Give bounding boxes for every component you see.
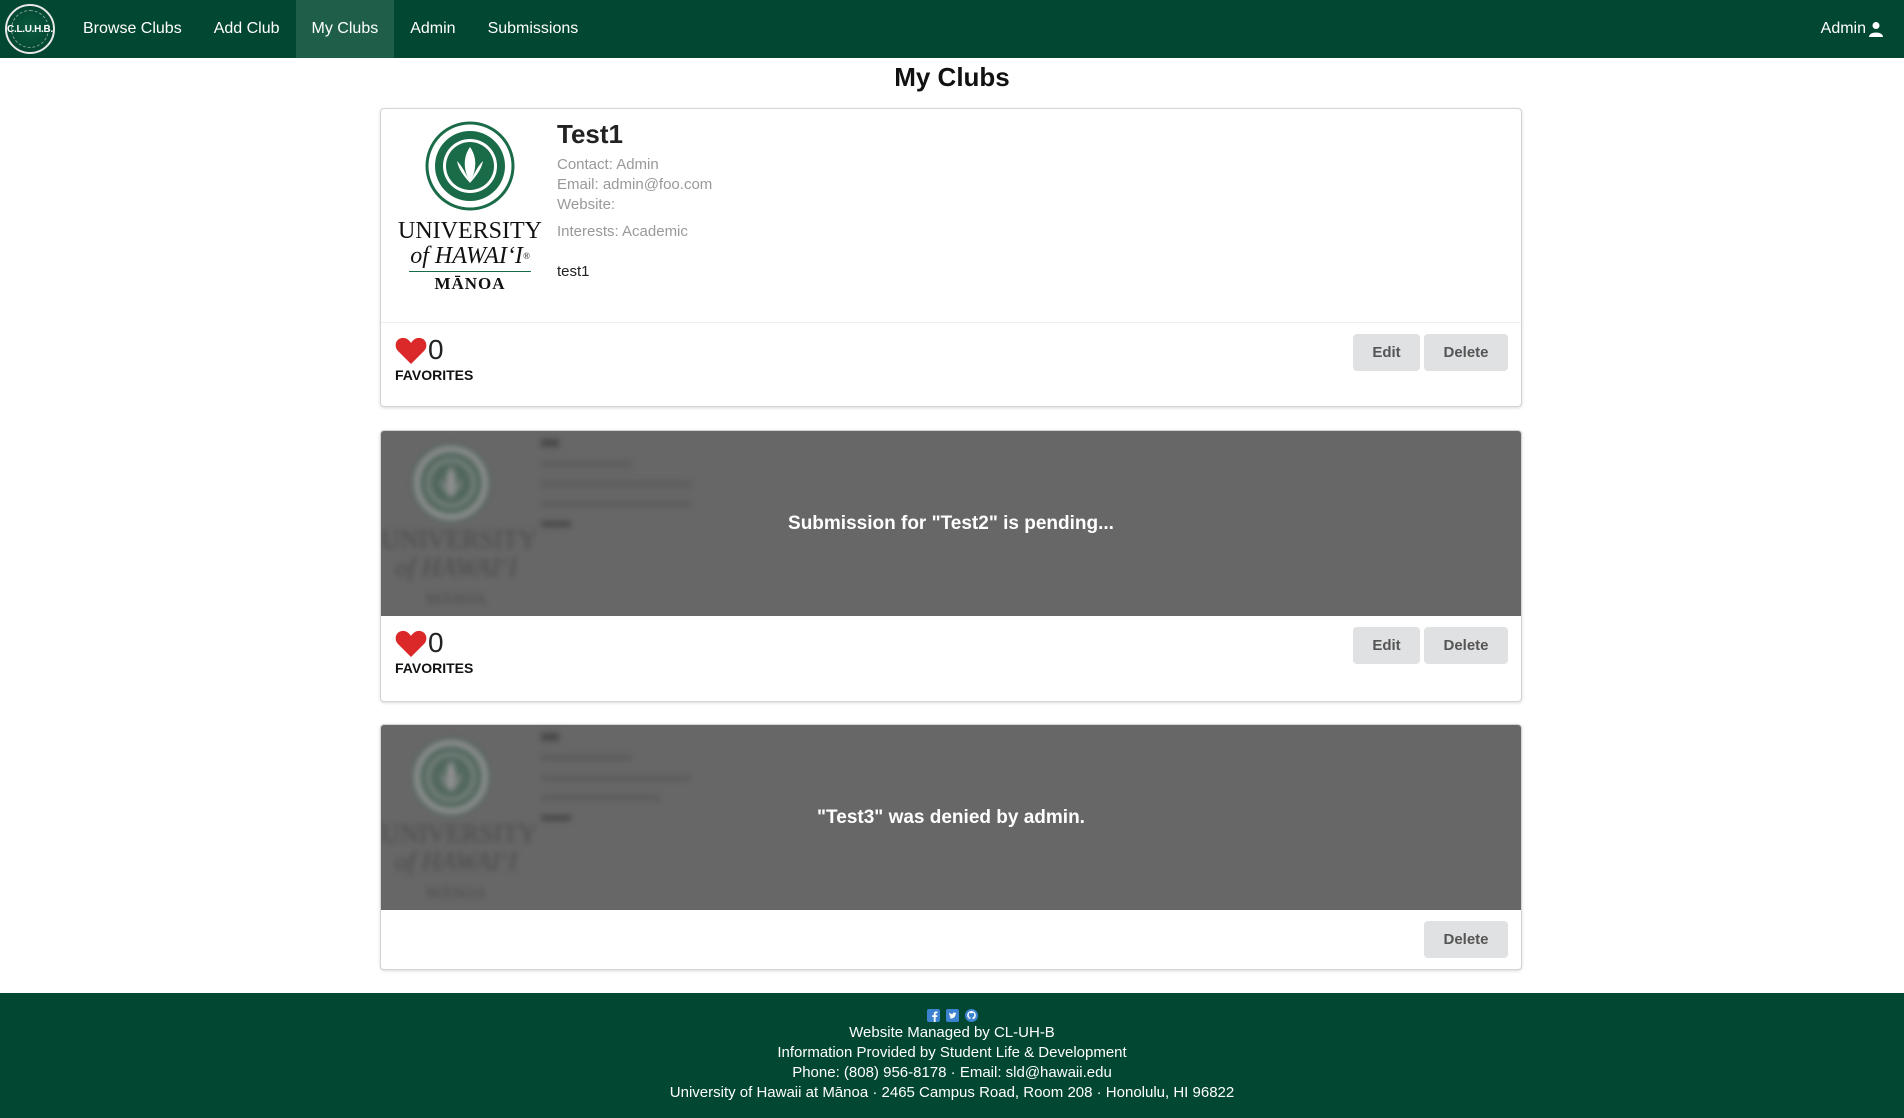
delete-button[interactable]: Delete — [1424, 334, 1508, 371]
club-card-denied: UNIVERSITY of HAWAI‘I MĀNOA "Test3" was de… — [380, 724, 1522, 970]
favorites-label: FAVORITES — [395, 660, 474, 676]
top-navbar: C.L.U.H.B. Browse Clubs Add Club My Club… — [0, 0, 1904, 58]
club-email: Email: admin@foo.com — [557, 176, 713, 193]
page-title: My Clubs — [894, 62, 1010, 92]
nav-my-clubs[interactable]: My Clubs — [295, 0, 395, 58]
social-icons — [0, 1009, 1904, 1023]
pending-status-text: Submission for "Test2" is pending... — [788, 512, 1114, 534]
club-card-footer: 0 FAVORITES Edit Delete — [381, 616, 1521, 700]
club-card-footer: 0 FAVORITES Edit Delete — [381, 323, 1521, 406]
club-contact: Contact: Admin — [557, 156, 659, 173]
heart-icon[interactable] — [395, 335, 427, 365]
footer-contact: Phone: (808) 956-8178 · Email: sld@hawai… — [792, 1064, 1112, 1081]
favorites-count: 0 — [428, 627, 444, 658]
club-card: UNIVERSITY of HAWAI‘I® MĀNOA Test1 Conta… — [380, 108, 1522, 407]
favorites-label: FAVORITES — [395, 367, 474, 383]
delete-button[interactable]: Delete — [1424, 627, 1508, 664]
nav-add-club[interactable]: Add Club — [198, 0, 296, 58]
user-icon — [1869, 22, 1883, 37]
user-menu[interactable]: Admin — [1821, 0, 1884, 58]
user-label: Admin — [1820, 20, 1866, 37]
club-card-body: UNIVERSITY of HAWAI‘I® MĀNOA Test1 Conta… — [381, 109, 1521, 323]
edit-button[interactable]: Edit — [1353, 334, 1420, 371]
club-name: Test1 — [557, 119, 623, 149]
footer-managed-by: Website Managed by CL-UH-B — [849, 1024, 1055, 1041]
page-footer: Website Managed by CL-UH-B Information P… — [0, 993, 1904, 1118]
logo-text: C.L.U.H.B. — [7, 23, 53, 35]
heart-icon[interactable] — [395, 628, 427, 658]
denied-status-text: "Test3" was denied by admin. — [817, 806, 1085, 828]
denied-overlay: UNIVERSITY of HAWAI‘I MĀNOA "Test3" was de… — [381, 725, 1521, 910]
club-logo[interactable]: C.L.U.H.B. — [5, 4, 55, 54]
pending-overlay: UNIVERSITY of HAWAI‘I MĀNOA Submission for… — [381, 431, 1521, 616]
delete-button[interactable]: Delete — [1424, 921, 1508, 958]
university-logo-image: UNIVERSITY of HAWAI‘I® MĀNOA — [395, 121, 545, 301]
club-description: test1 — [557, 263, 590, 280]
nav-admin[interactable]: Admin — [394, 0, 471, 58]
club-card-pending: UNIVERSITY of HAWAI‘I MĀNOA Submission for… — [380, 430, 1522, 702]
favorites-count: 0 — [428, 334, 444, 365]
facebook-icon[interactable] — [926, 1009, 940, 1022]
nav-submissions[interactable]: Submissions — [472, 0, 595, 58]
club-card-footer: Delete — [381, 910, 1521, 969]
footer-address: University of Hawaii at Mānoa · 2465 Cam… — [669, 1084, 1235, 1101]
club-interests: Interests: Academic — [557, 223, 688, 240]
edit-button[interactable]: Edit — [1353, 627, 1420, 664]
uh-seal-icon — [425, 121, 515, 211]
club-website: Website: — [557, 196, 616, 213]
twitter-icon[interactable] — [945, 1009, 959, 1022]
favorites-counter[interactable]: 0 FAVORITES — [395, 627, 474, 677]
footer-info-provided: Information Provided by Student Life & D… — [777, 1044, 1127, 1061]
github-icon[interactable] — [964, 1009, 978, 1022]
favorites-counter[interactable]: 0 FAVORITES — [395, 334, 474, 384]
nav-browse-clubs[interactable]: Browse Clubs — [67, 0, 198, 58]
